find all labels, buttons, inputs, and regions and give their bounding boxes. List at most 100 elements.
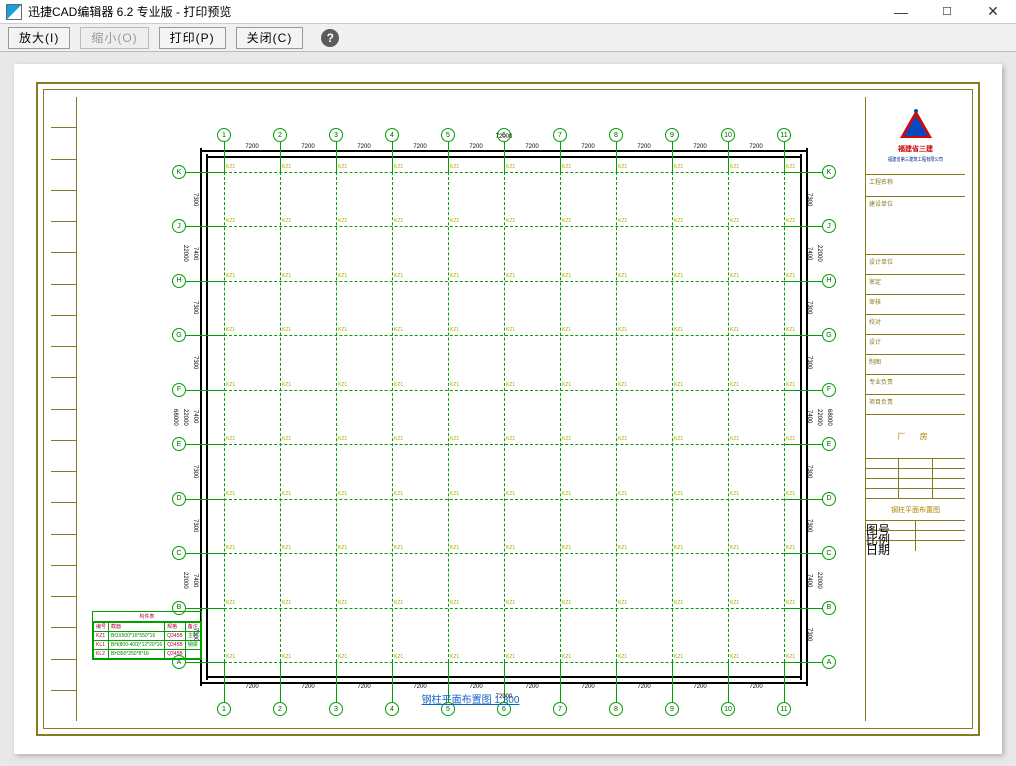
column-label: KZ1 — [562, 436, 571, 442]
tb-label: 制图 — [866, 355, 965, 375]
column-label: KZ1 — [674, 273, 683, 279]
dimension-text: 7300 — [806, 281, 812, 335]
paper-sheet[interactable]: 福建省三建 福建省第三建筑工程有限公司 工程名称 建设单位 设计单位 审定 审核… — [14, 64, 1002, 754]
tb-label: 校对 — [866, 315, 965, 335]
zoom-in-button[interactable]: 放大(I) — [8, 27, 70, 49]
window-buttons: — ☐ ✕ — [878, 0, 1016, 24]
column-label: KZ1 — [562, 327, 571, 333]
tb-meta: 图号 — [866, 521, 916, 530]
column-label: KZ1 — [674, 491, 683, 497]
column-label: KZ1 — [674, 654, 683, 660]
gridline-h — [224, 553, 784, 554]
gridline-h — [224, 335, 784, 336]
gridline-h — [224, 172, 784, 173]
help-icon[interactable]: ? — [321, 29, 339, 47]
dimension-text: 7300 — [192, 172, 198, 226]
tb-bottom-grid — [866, 459, 965, 499]
column-label: KZ1 — [450, 382, 459, 388]
column-label: KZ1 — [338, 273, 347, 279]
gridline-h — [224, 444, 784, 445]
column-label: KZ1 — [394, 491, 403, 497]
dimension-text: 7300 — [192, 335, 198, 389]
titleblock: 福建省三建 福建省第三建筑工程有限公司 工程名称 建设单位 设计单位 审定 审核… — [865, 97, 965, 721]
column-label: KZ1 — [562, 654, 571, 660]
column-label: KZ1 — [674, 218, 683, 224]
gridline-h — [224, 226, 784, 227]
column-label: KZ1 — [394, 600, 403, 606]
column-label: KZ1 — [506, 327, 515, 333]
column-label: KZ1 — [450, 436, 459, 442]
column-label: KZ1 — [730, 491, 739, 497]
column-label: KZ1 — [618, 654, 627, 660]
gridline-v — [616, 172, 617, 662]
column-label: KZ1 — [730, 600, 739, 606]
column-label: KZ1 — [506, 273, 515, 279]
column-label: KZ1 — [674, 545, 683, 551]
dimension-text: 7200 — [448, 144, 504, 150]
column-label: KZ1 — [730, 545, 739, 551]
zoom-out-button: 缩小(O) — [80, 27, 148, 49]
tb-meta: 日期 — [866, 541, 916, 551]
dimension-text: 7400 — [806, 226, 812, 280]
sched-cell: KZ1 — [94, 632, 109, 641]
column-label: KZ1 — [506, 218, 515, 224]
column-label: KZ1 — [226, 382, 235, 388]
preview-area: 福建省三建 福建省第三建筑工程有限公司 工程名称 建设单位 设计单位 审定 审核… — [0, 52, 1016, 766]
dimension-text: 7200 — [448, 684, 504, 690]
column-label: KZ1 — [338, 382, 347, 388]
column-label: KZ1 — [450, 327, 459, 333]
tb-label: 专业负责 — [866, 375, 965, 395]
company-name: 福建省三建 — [898, 144, 933, 154]
column-label: KZ1 — [674, 382, 683, 388]
dimension-text: 7300 — [192, 281, 198, 335]
column-label: KZ1 — [394, 654, 403, 660]
column-label: KZ1 — [730, 164, 739, 170]
column-label: KZ1 — [450, 218, 459, 224]
dimension-text: 7400 — [192, 553, 198, 607]
column-label: KZ1 — [786, 218, 795, 224]
dimension-text: 7200 — [728, 684, 784, 690]
column-label: KZ1 — [674, 327, 683, 333]
toolbar: 放大(I) 缩小(O) 打印(P) 关闭(C) ? — [0, 24, 1016, 52]
column-label: KZ1 — [786, 273, 795, 279]
dimension-text: 7200 — [392, 684, 448, 690]
close-button[interactable]: 关闭(C) — [236, 27, 304, 49]
sched-cell: BH(800-400)*12*20*16 — [109, 641, 165, 650]
column-label: KZ1 — [226, 545, 235, 551]
minimize-button[interactable]: — — [878, 0, 924, 24]
print-button[interactable]: 打印(P) — [159, 27, 226, 49]
dimension-text: 7300 — [192, 444, 198, 498]
column-label: KZ1 — [562, 164, 571, 170]
gridline-v — [504, 172, 505, 662]
dimension-text: 7200 — [616, 684, 672, 690]
maximize-button[interactable]: ☐ — [924, 0, 970, 24]
column-label: KZ1 — [338, 218, 347, 224]
column-label: KZ1 — [394, 273, 403, 279]
column-label: KZ1 — [338, 491, 347, 497]
column-label: KZ1 — [226, 218, 235, 224]
column-label: KZ1 — [226, 436, 235, 442]
dimension-text: 7400 — [192, 226, 198, 280]
column-label: KZ1 — [338, 600, 347, 606]
dimension-text: 7200 — [336, 684, 392, 690]
sched-cell: BOX500*16*550*16 — [109, 632, 165, 641]
column-label: KZ1 — [618, 382, 627, 388]
column-label: KZ1 — [618, 600, 627, 606]
column-label: KZ1 — [730, 654, 739, 660]
close-window-button[interactable]: ✕ — [970, 0, 1016, 24]
gridline-v — [224, 172, 225, 662]
column-label: KZ1 — [226, 164, 235, 170]
column-label: KZ1 — [282, 436, 291, 442]
column-label: KZ1 — [786, 491, 795, 497]
column-label: KZ1 — [730, 382, 739, 388]
app-icon — [6, 4, 22, 20]
column-label: KZ1 — [618, 218, 627, 224]
dimension-text: 7200 — [504, 684, 560, 690]
column-label: KZ1 — [450, 654, 459, 660]
sched-cell: 主柱 — [185, 632, 200, 641]
tb-sheet-title: 钢柱平面布置图 — [866, 499, 965, 521]
column-label: KZ1 — [282, 218, 291, 224]
gridline-h — [224, 281, 784, 282]
column-label: KZ1 — [338, 436, 347, 442]
dimension-text: 7300 — [806, 335, 812, 389]
